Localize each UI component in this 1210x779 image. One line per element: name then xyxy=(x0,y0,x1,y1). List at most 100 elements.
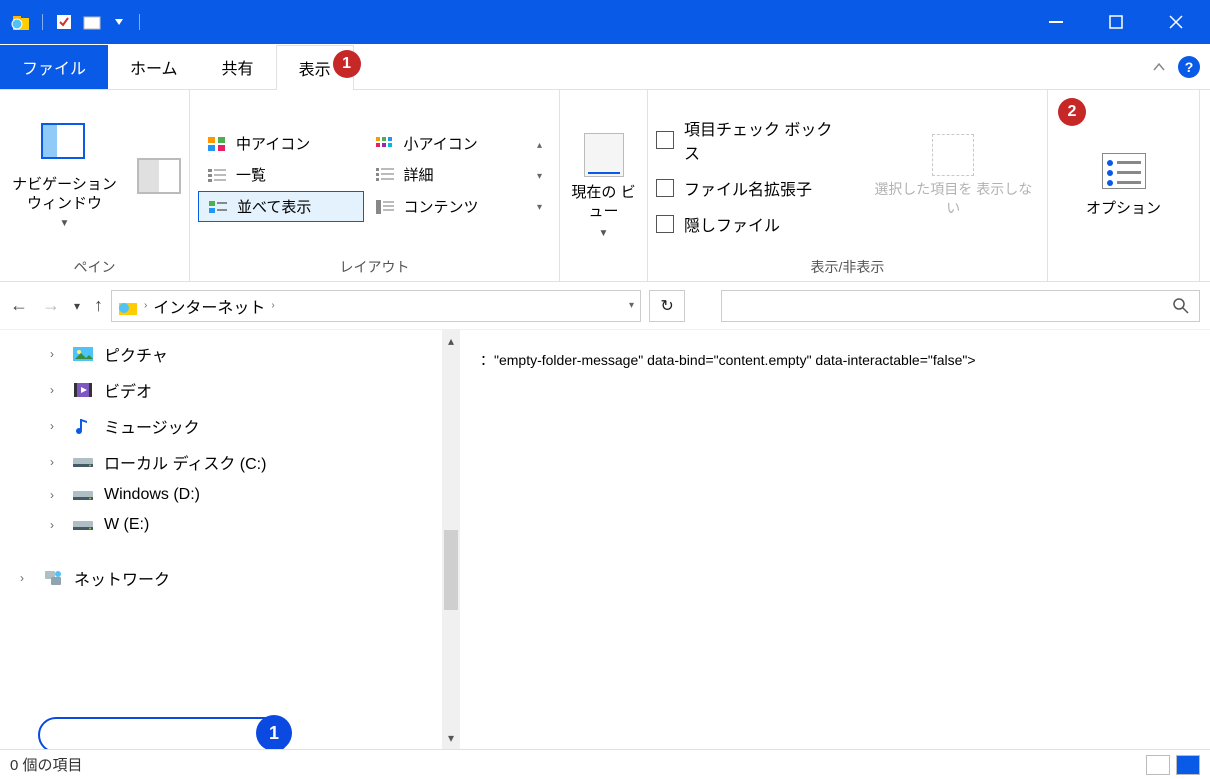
help-icon[interactable]: ? xyxy=(1178,56,1200,78)
body: › ピクチャ › ビデオ › ミュージック › ローカル ディスク (C:) ›… xyxy=(0,330,1210,749)
medium-icons-icon xyxy=(206,135,228,153)
small-icons-icon xyxy=(374,135,396,153)
expand-icon: ▾ xyxy=(537,202,547,212)
tiles-icon xyxy=(207,198,229,216)
chevron-right-icon[interactable]: › xyxy=(144,300,147,311)
search-icon xyxy=(1173,298,1189,314)
scroll-thumb[interactable] xyxy=(444,530,458,610)
tree-item-drive-e[interactable]: › W (E:) xyxy=(0,510,460,540)
ribbon-group-options: 2 オプション xyxy=(1048,90,1200,281)
layout-tiles[interactable]: 並べて表示 xyxy=(198,191,364,222)
nav-pane-label: ナビゲーション ウィンドウ xyxy=(8,175,121,214)
address-row: ← → ▾ ↑ › インターネット › ▾ ↻ xyxy=(0,282,1210,330)
tab-share[interactable]: 共有 xyxy=(200,45,276,89)
maximize-button[interactable] xyxy=(1086,0,1146,44)
ribbon-tabs: ファイル ホーム 共有 表示 1 ? xyxy=(0,44,1210,90)
nav-tree: › ピクチャ › ビデオ › ミュージック › ローカル ディスク (C:) ›… xyxy=(0,330,460,749)
separator xyxy=(139,14,140,30)
tree-item-videos[interactable]: › ビデオ xyxy=(0,372,460,408)
tiles-view-toggle[interactable] xyxy=(1176,755,1200,775)
drive-icon xyxy=(72,516,94,534)
scroll-down-icon: ▾ xyxy=(448,731,454,745)
scroll-up-icon: ▴ xyxy=(448,334,454,348)
drive-icon xyxy=(72,486,94,504)
pictures-icon xyxy=(72,345,94,363)
current-view-label: 現在の ビュー xyxy=(568,183,639,222)
recent-dropdown[interactable]: ▾ xyxy=(74,299,80,313)
rename-input-highlight[interactable]: 1 xyxy=(38,717,290,749)
chevron-right-icon: › xyxy=(20,571,32,585)
chevron-right-icon: › xyxy=(50,518,62,532)
tree-item-network[interactable]: › ネットワーク xyxy=(0,560,460,596)
group-label-layout: レイアウト xyxy=(198,253,551,277)
dropdown-icon: ▼ xyxy=(599,228,609,239)
layout-medium-icons[interactable]: 中アイコン xyxy=(198,129,364,158)
callout-2: 2 xyxy=(1058,98,1086,126)
current-view-icon[interactable] xyxy=(584,133,624,177)
options-label: オプション xyxy=(1086,197,1161,218)
ribbon: ナビゲーション ウィンドウ ▼ ペイン 中アイコン 小アイコン ▴ ▾ ▾ xyxy=(0,90,1210,282)
address-location[interactable]: インターネット xyxy=(153,294,265,318)
network-icon xyxy=(42,569,64,587)
chevron-right-icon[interactable]: › xyxy=(271,300,274,311)
details-view-toggle[interactable] xyxy=(1146,755,1170,775)
tree-item-music[interactable]: › ミュージック xyxy=(0,408,460,444)
minimize-button[interactable] xyxy=(1026,0,1086,44)
new-folder-icon[interactable] xyxy=(81,11,103,33)
scroll-up-icon: ▴ xyxy=(537,140,547,150)
chevron-right-icon: › xyxy=(50,455,62,469)
check-hidden-files[interactable]: 隠しファイル xyxy=(656,212,848,236)
refresh-button[interactable]: ↻ xyxy=(649,290,685,322)
up-button[interactable]: ↑ xyxy=(94,295,103,316)
group-label-current xyxy=(568,273,639,277)
ribbon-group-showhide: 項目チェック ボックス ファイル名拡張子 隠しファイル 選択した項目を 表示しな… xyxy=(648,90,1048,281)
music-icon xyxy=(72,417,94,435)
view-toggle xyxy=(1146,755,1200,775)
tree-item-pictures[interactable]: › ピクチャ xyxy=(0,336,460,372)
tab-file[interactable]: ファイル xyxy=(0,45,108,89)
check-item-checkboxes[interactable]: 項目チェック ボックス xyxy=(656,116,848,164)
content-area: ："empty-folder-message" data-bind="conte… xyxy=(460,330,1210,749)
list-icon xyxy=(206,166,228,184)
collapse-ribbon-icon[interactable] xyxy=(1150,58,1168,76)
properties-icon[interactable] xyxy=(53,11,75,33)
close-button[interactable] xyxy=(1146,0,1206,44)
layout-details[interactable]: 詳細 xyxy=(366,160,532,189)
tab-home[interactable]: ホーム xyxy=(108,45,200,89)
separator xyxy=(42,14,43,30)
address-bar[interactable]: › インターネット › ▾ xyxy=(111,290,641,322)
search-box[interactable] xyxy=(721,290,1200,322)
callout-1: 1 xyxy=(333,50,361,78)
content-icon xyxy=(374,198,396,216)
checkbox-icon xyxy=(656,131,674,149)
tree-item-drive-d[interactable]: › Windows (D:) xyxy=(0,480,460,510)
callout-rename: 1 xyxy=(256,715,292,749)
details-icon xyxy=(374,166,396,184)
forward-button[interactable]: → xyxy=(42,295,60,316)
scrollbar[interactable]: ▴ ▾ xyxy=(442,330,460,749)
check-file-ext[interactable]: ファイル名拡張子 xyxy=(656,176,848,200)
chevron-down-icon[interactable]: ▾ xyxy=(629,300,634,311)
preview-pane-button[interactable] xyxy=(137,158,181,194)
item-count: 0 個の項目 xyxy=(10,754,83,775)
dropdown-icon[interactable] xyxy=(115,19,123,25)
folder-icon xyxy=(10,11,32,33)
tree-item-drive-c[interactable]: › ローカル ディスク (C:) xyxy=(0,444,460,480)
tab-view-label: 表示 xyxy=(299,62,331,79)
scroll-down-icon: ▾ xyxy=(537,171,547,181)
back-button[interactable]: ← xyxy=(10,295,28,316)
nav-pane-button[interactable]: ナビゲーション ウィンドウ ▼ xyxy=(8,123,121,229)
group-label-panes: ペイン xyxy=(8,253,181,277)
options-icon[interactable] xyxy=(1102,153,1146,189)
ribbon-group-current-view: 現在の ビュー ▼ xyxy=(560,90,648,281)
layout-small-icons[interactable]: 小アイコン xyxy=(366,129,532,158)
tab-view[interactable]: 表示 1 xyxy=(276,45,354,90)
layout-content[interactable]: コンテンツ xyxy=(366,191,532,222)
layout-list[interactable]: 一覧 xyxy=(198,160,364,189)
chevron-right-icon: › xyxy=(50,419,62,433)
videos-icon xyxy=(72,381,94,399)
layout-scroll[interactable]: ▴ ▾ ▾ xyxy=(533,129,551,222)
checkbox-icon xyxy=(656,215,674,233)
dropdown-icon: ▼ xyxy=(60,218,70,229)
hide-selected-icon xyxy=(932,134,974,176)
